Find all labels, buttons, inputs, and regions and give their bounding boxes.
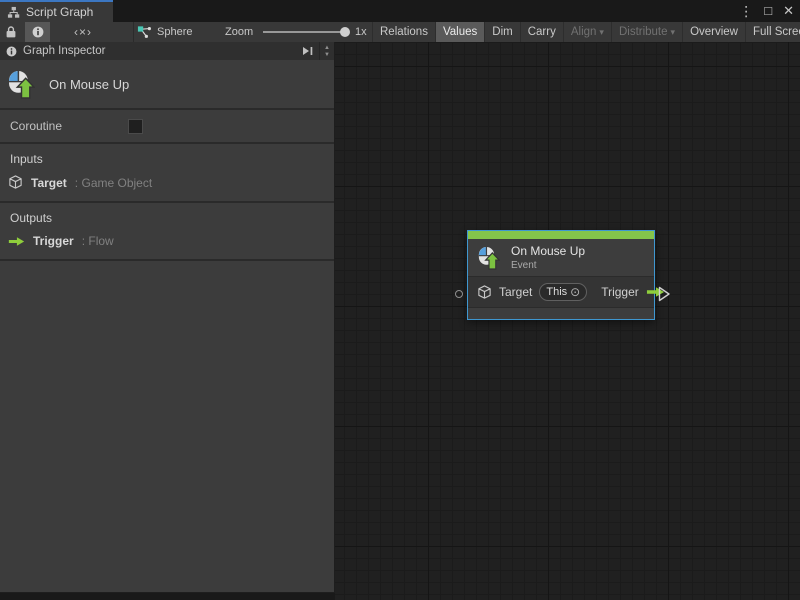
tab-bar: Script Graph ⋮ □ ✕ (0, 0, 800, 22)
node-accent-bar (468, 231, 654, 239)
graph-canvas[interactable]: On Mouse Up Event Target This ⊙ Trigger (335, 42, 800, 600)
cube-icon (8, 175, 23, 190)
mouse-up-icon (478, 245, 500, 271)
graph-toolbar: ‹×› Sphere Zoom 1x Relations Values Dim … (0, 22, 800, 42)
dim-button[interactable]: Dim (484, 22, 519, 42)
coroutine-label: Coroutine (10, 119, 62, 133)
inspector-unit-title: On Mouse Up (49, 77, 129, 92)
info-icon (6, 46, 17, 57)
zoom-slider-handle[interactable] (340, 27, 350, 37)
cube-icon (477, 285, 492, 300)
code-view-icon[interactable]: ‹×› (74, 22, 92, 42)
scroll-down-icon[interactable]: ▼ (324, 52, 330, 58)
overview-button[interactable]: Overview (682, 22, 745, 42)
window-menu-icon[interactable]: ⋮ (739, 0, 753, 22)
script-graph-icon (7, 6, 20, 19)
inspector-titlebar-controls: ▲ ▼ (297, 42, 334, 60)
outputs-section: Outputs Trigger : Flow (0, 203, 334, 261)
output-type: : Flow (82, 234, 114, 248)
target-object-value: This (546, 286, 567, 298)
graph-inspector-panel: Graph Inspector ▲ ▼ (0, 42, 335, 593)
toolbar-buttons: Relations Values Dim Carry Align▾ Distri… (372, 22, 800, 42)
carry-button[interactable]: Carry (520, 22, 563, 42)
close-icon[interactable]: ✕ (783, 0, 794, 22)
outputs-header: Outputs (0, 211, 334, 225)
flow-arrow-icon (8, 236, 25, 247)
inspector-toggle-button[interactable] (25, 22, 50, 42)
node-input-port-icon[interactable] (455, 290, 463, 298)
coroutine-row: Coroutine (0, 110, 334, 144)
distribute-dropdown[interactable]: Distribute▾ (611, 22, 682, 42)
inspector-titlebar[interactable]: Graph Inspector ▲ ▼ (0, 42, 334, 60)
coroutine-checkbox[interactable] (128, 119, 143, 134)
node-port-row: Target This ⊙ Trigger (468, 277, 654, 308)
input-type: : Game Object (75, 176, 152, 190)
node-subtitle: Event (511, 260, 585, 271)
inputs-section: Inputs Target : Game Object (0, 144, 334, 203)
zoom-value: 1x (355, 22, 367, 42)
relations-button[interactable]: Relations (372, 22, 435, 42)
tab-label: Script Graph (26, 5, 93, 19)
window-controls: ⋮ □ ✕ (739, 0, 794, 22)
fullscreen-button[interactable]: Full Screen (745, 22, 800, 42)
target-object-field[interactable]: This ⊙ (539, 283, 587, 301)
input-name: Target (31, 176, 67, 190)
output-name: Trigger (33, 234, 74, 248)
node-title: On Mouse Up (511, 244, 585, 258)
node-header[interactable]: On Mouse Up Event (468, 239, 654, 277)
lock-icon[interactable] (5, 22, 17, 42)
input-row-target: Target : Game Object (0, 175, 334, 190)
zoom-slider-track[interactable] (263, 31, 343, 33)
maximize-icon[interactable]: □ (764, 0, 772, 22)
output-row-trigger: Trigger : Flow (0, 234, 334, 248)
inputs-header: Inputs (0, 152, 334, 166)
align-dropdown[interactable]: Align▾ (563, 22, 611, 42)
trigger-port-label: Trigger (601, 285, 639, 299)
scroll-up-icon[interactable]: ▲ (324, 45, 330, 51)
node-footer (468, 308, 654, 317)
target-port-label: Target (499, 285, 532, 299)
inspector-unit-header: On Mouse Up (0, 60, 334, 110)
toolbar-divider (133, 22, 134, 42)
chevron-down-icon: ▾ (671, 27, 676, 37)
on-mouse-up-node[interactable]: On Mouse Up Event Target This ⊙ Trigger (467, 230, 655, 320)
node-output-port-icon[interactable] (658, 286, 671, 302)
graph-asset-name: Sphere (157, 26, 192, 38)
info-icon (32, 26, 44, 38)
chevron-down-icon: ▾ (599, 27, 604, 37)
graph-asset-icon (137, 25, 152, 39)
tab-script-graph[interactable]: Script Graph (0, 0, 113, 22)
inspector-title: Graph Inspector (23, 45, 105, 57)
zoom-label: Zoom (225, 22, 253, 42)
mouse-up-icon (8, 69, 35, 100)
values-button[interactable]: Values (435, 22, 484, 42)
graph-asset-breadcrumb[interactable]: Sphere (137, 22, 192, 42)
panel-scrubber[interactable]: ▲ ▼ (319, 42, 334, 60)
object-picker-icon[interactable]: ⊙ (570, 285, 580, 299)
script-graph-window: Script Graph ⋮ □ ✕ ‹×› (0, 0, 800, 600)
dock-panel-icon[interactable] (297, 46, 319, 56)
